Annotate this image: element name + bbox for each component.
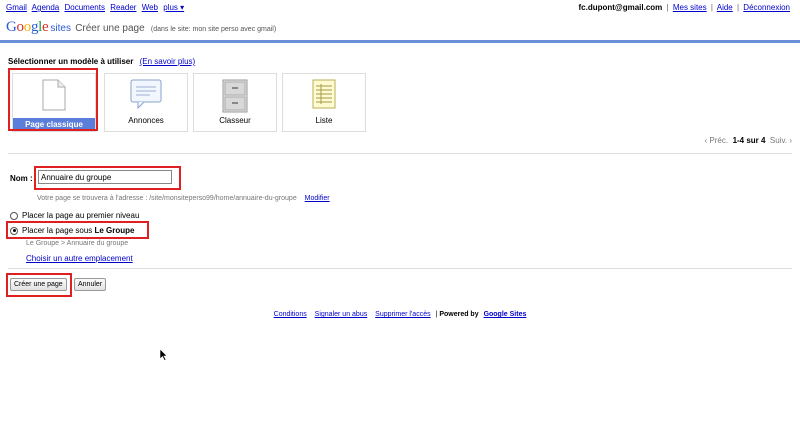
help-link[interactable]: Aide bbox=[717, 3, 733, 12]
page-title: Créer une page bbox=[75, 23, 145, 34]
highlight-box bbox=[6, 273, 72, 297]
template-annonces[interactable]: Annonces bbox=[104, 73, 188, 132]
powered-by-text: Powered by bbox=[439, 311, 479, 318]
header-divider bbox=[0, 40, 800, 43]
choose-location-link[interactable]: Choisir un autre emplacement bbox=[26, 254, 133, 263]
nav-reader[interactable]: Reader bbox=[110, 3, 136, 12]
radio-top-level[interactable] bbox=[10, 211, 18, 220]
nav-documents[interactable]: Documents bbox=[65, 3, 105, 12]
pager: ‹ Préc. 1-4 sur 4 Suiv. › bbox=[705, 136, 792, 145]
name-label: Nom : bbox=[10, 174, 33, 183]
highlight-box bbox=[34, 166, 181, 190]
pager-range: 1-4 sur 4 bbox=[732, 136, 766, 145]
list-icon bbox=[312, 79, 336, 109]
account-bar: fc.dupont@gmail.com | Mes sites | Aide |… bbox=[578, 3, 790, 12]
top-nav: Gmail Agenda Documents Reader Web plus ▾ bbox=[6, 3, 187, 12]
template-classeur[interactable]: Classeur bbox=[193, 73, 277, 132]
template-label: Annonces bbox=[128, 116, 164, 125]
pager-next[interactable]: Suiv. › bbox=[770, 136, 792, 145]
template-label: Classeur bbox=[219, 116, 251, 125]
template-heading: Sélectionner un modèle à utiliser (En sa… bbox=[8, 57, 195, 66]
divider bbox=[8, 268, 792, 269]
nav-web[interactable]: Web bbox=[142, 3, 158, 12]
template-heading-text: Sélectionner un modèle à utiliser bbox=[8, 57, 134, 66]
site-note: (dans le site: mon site perso avec gmail… bbox=[150, 26, 277, 33]
learn-more-link[interactable]: (En savoir plus) bbox=[140, 57, 196, 66]
pager-prev[interactable]: ‹ Préc. bbox=[705, 136, 729, 145]
option-top-level-label: Placer la page au premier niveau bbox=[22, 211, 140, 220]
nav-more[interactable]: plus ▾ bbox=[163, 3, 184, 12]
file-cabinet-icon bbox=[222, 79, 248, 113]
address-info: Votre page se trouvera à l'adresse : /si… bbox=[37, 195, 330, 202]
modify-link[interactable]: Modifier bbox=[305, 195, 330, 202]
remove-access-link[interactable]: Supprimer l'accès bbox=[375, 311, 430, 318]
cancel-button[interactable]: Annuler bbox=[74, 278, 107, 291]
address-text: Votre page se trouvera à l'adresse : /si… bbox=[37, 195, 297, 202]
logout-link[interactable]: Déconnexion bbox=[743, 3, 790, 12]
header: Google sites Créer une page (dans le site… bbox=[6, 19, 276, 36]
terms-link[interactable]: Conditions bbox=[274, 311, 307, 318]
google-logo[interactable]: Google bbox=[6, 19, 49, 35]
report-abuse-link[interactable]: Signaler un abus bbox=[315, 311, 368, 318]
breadcrumb: Le Groupe > Annuaire du groupe bbox=[26, 240, 129, 247]
mouse-cursor-icon bbox=[159, 348, 168, 361]
my-sites-link[interactable]: Mes sites bbox=[673, 3, 707, 12]
nav-gmail[interactable]: Gmail bbox=[6, 3, 27, 12]
announcement-icon bbox=[130, 79, 162, 109]
template-label: Liste bbox=[315, 116, 333, 125]
google-sites-link[interactable]: Google Sites bbox=[484, 311, 527, 318]
template-liste[interactable]: Liste bbox=[282, 73, 366, 132]
highlight-box bbox=[8, 68, 98, 131]
product-name: sites bbox=[50, 23, 71, 34]
highlight-box bbox=[6, 221, 149, 239]
account-email: fc.dupont@gmail.com bbox=[578, 3, 663, 12]
option-top-level[interactable]: Placer la page au premier niveau bbox=[10, 211, 139, 220]
divider bbox=[8, 153, 792, 154]
nav-agenda[interactable]: Agenda bbox=[32, 3, 60, 12]
footer: Conditions Signaler un abus Supprimer l'… bbox=[273, 311, 527, 318]
